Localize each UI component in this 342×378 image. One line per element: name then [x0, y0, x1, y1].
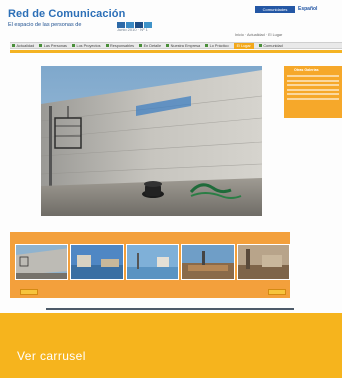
nav-label: En Detalle	[143, 43, 162, 48]
logo-squares-icon	[117, 15, 155, 28]
square-icon	[205, 44, 209, 47]
gallery-links[interactable]	[284, 72, 342, 105]
nav-item-comunidad[interactable]: Comunidad	[258, 43, 283, 48]
nav-item-detalle[interactable]: En Detalle	[139, 44, 161, 48]
site-header: Red de Comunicación El espacio de las pe…	[0, 0, 342, 40]
carousel-prev-button[interactable]	[20, 289, 38, 295]
caption-bar[interactable]: Ver carrusel	[0, 313, 342, 378]
carousel-thumbnail[interactable]	[181, 244, 235, 280]
carousel-thumbnail[interactable]	[236, 244, 291, 280]
nav-item-empresa[interactable]: Nuestra Empresa	[166, 44, 200, 48]
carousel-thumbnail[interactable]	[125, 244, 180, 280]
carousel-thumbnail[interactable]	[15, 244, 69, 280]
photo-carousel	[10, 232, 291, 298]
breadcrumb[interactable]: Inicio · Actualidad · El Lugar	[235, 33, 282, 37]
carousel-thumbnails	[15, 244, 291, 280]
nav-label: Actualidad	[16, 43, 35, 48]
main-nav: Actualidad Las Personas Los Proyectos Re…	[10, 42, 342, 49]
nav-label: Los Proyectos	[76, 43, 101, 48]
nav-label: El Lugar	[236, 43, 251, 48]
harbour-wall-image	[41, 66, 262, 216]
carousel-thumbnail[interactable]	[70, 244, 124, 280]
nav-item-practico[interactable]: Lo Práctico	[205, 44, 229, 48]
nav-accent-strip	[10, 50, 342, 53]
divider	[46, 308, 294, 310]
nav-label: Nuestra Empresa	[170, 43, 201, 48]
nav-item-responsables[interactable]: Responsables	[105, 43, 135, 48]
carousel-next-button[interactable]	[268, 289, 286, 295]
view-carousel-link[interactable]: Ver carrusel	[17, 349, 86, 363]
nav-label: Las Personas	[43, 43, 67, 48]
nav-item-actualidad[interactable]: Actualidad	[12, 44, 34, 48]
nav-label: Lo Práctico	[209, 43, 229, 48]
site-title[interactable]: Red de Comunicación	[8, 8, 125, 20]
square-icon	[39, 44, 43, 47]
main-photo[interactable]	[41, 66, 262, 216]
other-galleries-panel: Otras Galerías	[284, 66, 342, 118]
nav-label: Responsables	[110, 43, 135, 48]
nav-item-proyectos[interactable]: Los Proyectos	[71, 43, 101, 48]
communities-button[interactable]: Comunidades	[255, 6, 295, 13]
language-link[interactable]: Español	[298, 6, 317, 12]
square-icon	[105, 44, 109, 47]
nav-label: Comunidad	[263, 43, 283, 48]
site-subtitle: El espacio de las personas de	[8, 22, 82, 28]
square-icon	[258, 44, 262, 47]
nav-item-personas[interactable]: Las Personas	[39, 44, 67, 48]
square-icon	[166, 44, 170, 47]
nav-item-lugar[interactable]: El Lugar	[233, 42, 254, 49]
page: Red de Comunicación El espacio de las pe…	[0, 0, 342, 378]
square-icon	[139, 44, 143, 47]
square-icon	[12, 44, 15, 47]
issue-label: Junio 2010 · Nº 1	[117, 27, 148, 32]
square-icon	[71, 44, 75, 47]
